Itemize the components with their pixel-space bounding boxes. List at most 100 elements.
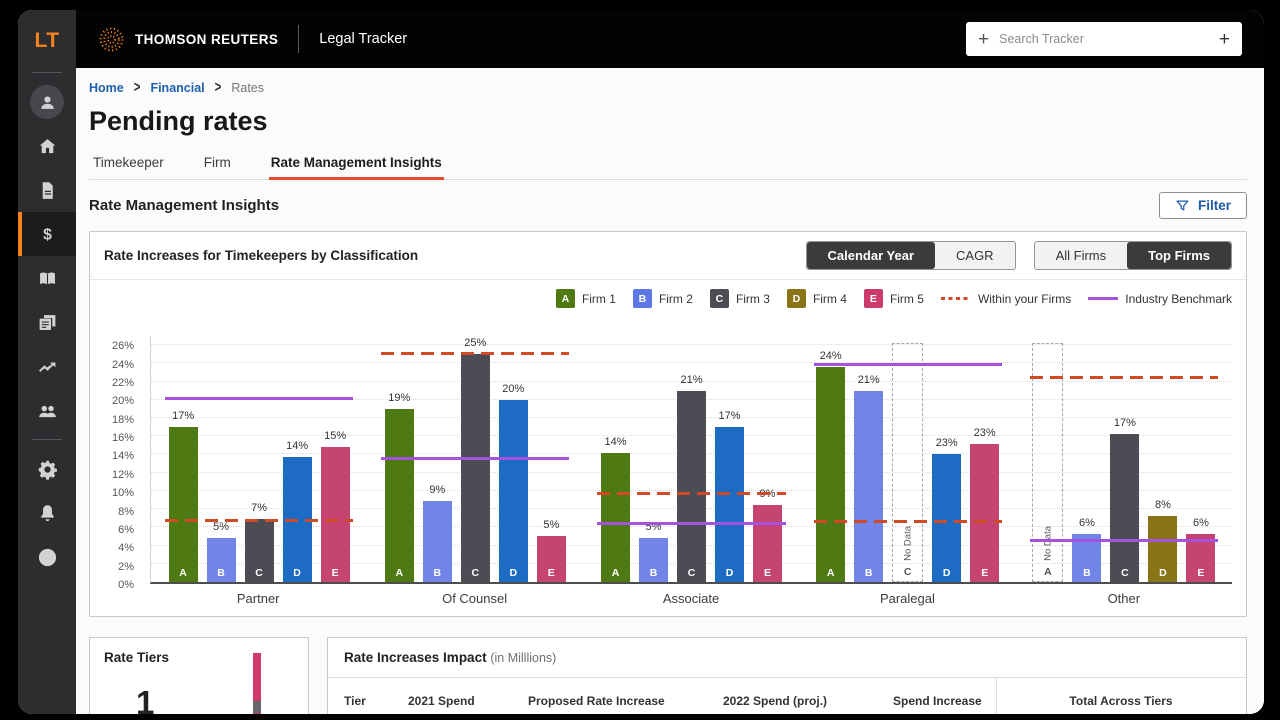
toggle-group-firms: All FirmsTop Firms [1034,241,1232,270]
impact-table: Tier2021 SpendProposed Rate Increase2022… [328,678,1246,714]
industry-benchmark-line [1030,539,1218,542]
bar-letter: B [639,567,668,579]
home-icon [37,136,58,157]
legend-label: Firm 4 [813,292,847,306]
tab-firm[interactable]: Firm [202,150,233,179]
sidebar-item-news[interactable] [18,300,76,344]
legend-solid-line-swatch [1088,297,1118,300]
legend-item-within-your-firms: Within your Firms [941,292,1071,306]
search-plus-icon[interactable]: + [978,30,989,49]
breadcrumb: Home>Financial>Rates [89,81,1247,95]
add-icon[interactable]: + [1219,30,1230,49]
sidebar-item-notifications[interactable] [18,491,76,535]
bar-associate-E: 9%E [753,505,782,582]
sidebar-item-settings[interactable] [18,447,76,491]
y-axis-tick: 16% [112,432,134,444]
bar-letter: D [715,567,744,579]
sidebar-item-documents[interactable] [18,168,76,212]
news-icon [37,312,58,333]
industry-benchmark-line [381,457,569,460]
filter-label: Filter [1198,198,1231,213]
page-title: Pending rates [89,106,1247,137]
plot: 17%A5%B7%C14%D15%E19%A9%B25%C20%D5%E14%A… [150,336,1232,584]
toggle-option-cagr[interactable]: CAGR [935,242,1015,269]
tier-mini-bar [253,653,261,714]
chart-card-header: Rate Increases for Timekeepers by Classi… [90,232,1246,280]
impact-column-header-2022-spend-proj: 2022 Spend (proj.) [723,694,893,708]
within-your-firms-line [381,352,569,355]
bar-letter: E [537,567,566,579]
bar-letter: B [854,567,883,579]
bar-letter: E [1186,567,1215,579]
within-your-firms-line [814,520,1002,523]
category-label-paralegal: Paralegal [799,591,1015,606]
tier-number: 1 [136,684,154,714]
legend-label: Within your Firms [978,292,1071,306]
bar-letter: A [169,567,198,579]
legend-label: Firm 5 [890,292,924,306]
bar-value-label: 19% [388,392,410,404]
sidebar: LT $? [18,10,76,714]
bar-letter: A [601,567,630,579]
legend-swatch-B: B [633,289,652,308]
breadcrumb-item-home[interactable]: Home [89,81,124,95]
y-axis-tick: 24% [112,359,134,371]
toggle-option-top-firms[interactable]: Top Firms [1127,242,1231,269]
bar-paralegal-A: 24%A [816,367,845,582]
lt-logo[interactable]: LT [34,20,59,65]
legend-label: Firm 1 [582,292,616,306]
bar-value-label: 17% [1114,417,1136,429]
bar-paralegal-B: 21%B [854,391,883,582]
bar-letter: D [932,567,961,579]
bar-value-label: 14% [604,436,626,448]
rate-tiers-title: Rate Tiers [104,650,294,665]
bar-letter: A [385,567,414,579]
legend-label: Industry Benchmark [1125,292,1232,306]
breadcrumb-item-financial[interactable]: Financial [150,81,204,95]
bar-partner-A: 17%A [169,427,198,582]
sidebar-item-profile[interactable] [18,80,76,124]
industry-benchmark-line [597,522,785,525]
rate-increases-chart-card: Rate Increases for Timekeepers by Classi… [89,231,1247,617]
page-content: Home>Financial>Rates Pending rates Timek… [76,68,1264,714]
svg-text:$: $ [43,226,52,243]
tab-rate-management-insights[interactable]: Rate Management Insights [269,150,444,179]
y-axis-tick: 14% [112,450,134,462]
bar-paralegal-E: 23%E [970,444,999,582]
sidebar-item-people[interactable] [18,388,76,432]
search-placeholder: Search Tracker [999,32,1209,46]
legend-item-firm-4: DFirm 4 [787,289,847,308]
bar-letter: B [423,567,452,579]
bar-value-label: 5% [543,519,559,531]
sidebar-item-library[interactable] [18,256,76,300]
app-window: LT $? THOMSON REUTERS Legal Tracker + Se… [18,10,1264,714]
tab-timekeeper[interactable]: Timekeeper [91,150,166,179]
product-name: Legal Tracker [319,31,407,47]
bar-letter: C [245,567,274,579]
chart-legend: AFirm 1BFirm 2CFirm 3DFirm 4EFirm 5Withi… [90,280,1246,310]
bar-letter: C [461,567,490,579]
search-tracker-input[interactable]: + Search Tracker + [966,22,1242,56]
impact-card-header: Rate Increases Impact (in Milllions) [328,638,1246,678]
toggle-option-calendar-year[interactable]: Calendar Year [807,242,935,269]
rate-tiers-card: Rate Tiers 1 [89,637,309,714]
bar-letter: E [321,567,350,579]
breadcrumb-item-rates: Rates [231,81,264,95]
category-label-partner: Partner [150,591,366,606]
filter-button[interactable]: Filter [1159,192,1247,219]
toggle-option-all-firms[interactable]: All Firms [1035,242,1128,269]
book-icon [37,268,58,289]
filter-funnel-icon [1175,198,1190,213]
bar-letter: B [207,567,236,579]
sidebar-item-home[interactable] [18,124,76,168]
sidebar-item-analytics[interactable] [18,344,76,388]
bar-letter: A [816,567,845,579]
sidebar-item-financial[interactable]: $ [18,212,76,256]
sidebar-divider [32,72,62,73]
bar-value-label: 17% [718,410,740,422]
thomson-reuters-logo: THOMSON REUTERS [98,26,278,53]
sidebar-item-help[interactable]: ? [18,535,76,579]
breadcrumb-chevron-icon: > [134,80,141,96]
bar-letter: D [1148,567,1177,579]
legend-dashed-line-swatch [941,297,971,300]
